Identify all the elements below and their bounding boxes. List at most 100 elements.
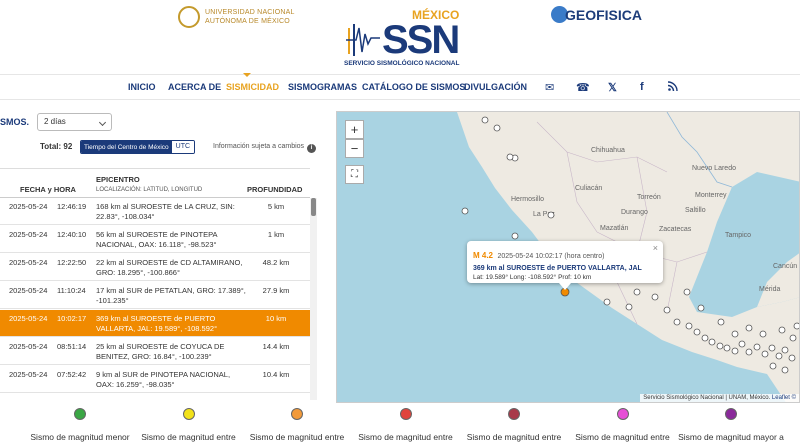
- col-depth[interactable]: PROFUNDIDAD: [247, 185, 302, 194]
- row-epicenter: 9 km al SUR de PINOTEPA NACIONAL, OAX: 1…: [96, 370, 231, 389]
- quake-marker: [603, 298, 611, 306]
- quake-marker: [693, 328, 701, 336]
- quake-marker: [753, 343, 761, 351]
- row-depth: 10.4 km: [262, 370, 290, 379]
- popup-time: 2025-05-24 10:02:17 (hora centro): [497, 253, 605, 260]
- phone-icon[interactable]: ☎: [576, 81, 590, 94]
- legend-dot-icon: [616, 408, 629, 420]
- quake-marker: [781, 366, 789, 374]
- quake-marker: [775, 352, 783, 360]
- row-date: 2025-05-24: [9, 202, 48, 211]
- legend-label: Sismo de magnitud mayor a: [678, 432, 784, 442]
- range-select[interactable]: 2 días: [37, 113, 112, 131]
- legend-label: Sismo de magnitud entre: [249, 432, 345, 442]
- timezone-toggle[interactable]: Tiempo del Centro de México UTC: [80, 140, 196, 154]
- col-epicenter[interactable]: EPICENTRO: [96, 175, 140, 184]
- quake-marker: [731, 330, 739, 338]
- range-label: SMOS.: [0, 117, 30, 127]
- nav-sismogramas[interactable]: SISMOGRAMAS: [288, 82, 357, 92]
- quake-marker: [625, 303, 633, 311]
- table-row[interactable]: 2025-05-24 08:51:14 25 km al SUROESTE de C…: [0, 338, 310, 365]
- total-count: Total: 92: [40, 142, 73, 151]
- col-epicenter-sub: LOCALIZACIÓN: LATITUD, LONGITUD: [96, 187, 203, 193]
- legend-dot-icon: [182, 408, 195, 420]
- facebook-icon[interactable]: f: [640, 81, 644, 93]
- ssn-logo[interactable]: MÉXICO SSN SERVICIO SISMOLÓGICO NACIONAL: [344, 8, 466, 70]
- zoom-out-button[interactable]: −: [345, 139, 364, 158]
- quake-marker: [511, 232, 519, 240]
- popup-magnitude: M 4.2: [473, 251, 494, 260]
- tz-utc-button[interactable]: UTC: [171, 141, 195, 153]
- col-date[interactable]: FECHA y HORA: [20, 185, 76, 194]
- attribution-text: Servicio Sismológico Nacional | UNAM, Mé…: [643, 395, 772, 401]
- row-depth: 27.9 km: [262, 286, 290, 295]
- table-row[interactable]: 2025-05-24 07:52:42 9 km al SUR de PINOTEP…: [0, 366, 310, 393]
- table-scrollbar[interactable]: [310, 198, 317, 400]
- quake-marker: [745, 348, 753, 356]
- table-row[interactable]: 2025-05-24 12:46:19 168 km al SUROESTE de …: [0, 198, 310, 225]
- quake-marker: [789, 334, 797, 342]
- row-time: 08:51:14: [57, 342, 87, 351]
- scrollbar-thumb[interactable]: [311, 198, 316, 216]
- mail-icon[interactable]: ✉: [545, 81, 554, 94]
- row-depth: 14.4 km: [262, 342, 290, 351]
- unam-logo[interactable]: UNIVERSIDAD NACIONAL AUTÓNOMA DE MÉXICO: [178, 6, 295, 28]
- row-date: 2025-05-24: [9, 286, 48, 295]
- nav-sismicidad[interactable]: SISMICIDAD: [226, 82, 279, 92]
- quake-marker: [778, 326, 786, 334]
- legend-dot-icon: [74, 408, 86, 420]
- tz-local-button[interactable]: Tiempo del Centro de México: [81, 141, 172, 153]
- popup-tip: [559, 283, 571, 290]
- fullscreen-icon[interactable]: ⛶: [345, 165, 364, 184]
- table-row[interactable]: 2025-05-24 11:10:24 17 km al SUR de PETATL…: [0, 282, 310, 309]
- row-time: 12:40:10: [57, 230, 87, 239]
- nav-catalogo[interactable]: CATÁLOGO DE SISMOS: [362, 82, 465, 92]
- quake-marker: [759, 330, 767, 338]
- quake-marker: [697, 304, 705, 312]
- nav-divulgacion[interactable]: DIVULGACIÓN: [464, 82, 527, 92]
- row-time: 12:46:19: [57, 202, 87, 211]
- row-epicenter: 25 km al SUROESTE de COYUCA DE BENITEZ, …: [96, 342, 225, 361]
- table-row[interactable]: 2025-05-24 12:22:50 22 km al SUROESTE de C…: [0, 254, 310, 281]
- quake-marker: [793, 322, 799, 330]
- table-row[interactable]: 2025-05-24 10:02:17 369 km al SUROESTE de …: [0, 310, 310, 337]
- quake-marker: [745, 324, 753, 332]
- nav-inicio[interactable]: INICIO: [128, 82, 156, 92]
- row-date: 2025-05-24: [9, 230, 48, 239]
- legend-item: Sismo de magnitud menor: [25, 408, 135, 442]
- quake-marker: [717, 318, 725, 326]
- quake-marker: [461, 207, 469, 215]
- legend-dot-icon: [291, 408, 303, 420]
- main-nav: INICIO ACERCA DE SISMICIDAD SISMOGRAMAS …: [0, 73, 800, 100]
- table-row[interactable]: 2025-05-24 12:40:10 56 km al SUROESTE de P…: [0, 226, 310, 253]
- legend-item: Sismo de magnitud entre: [568, 408, 678, 442]
- geofisica-text: GEOFISICA: [565, 6, 643, 23]
- site-header: UNIVERSIDAD NACIONAL AUTÓNOMA DE MÉXICO …: [0, 0, 800, 74]
- rss-icon[interactable]: [667, 81, 678, 94]
- earthquake-table: FECHA y HORA EPICENTRO LOCALIZACIÓN: LAT…: [0, 168, 318, 400]
- legend-item: Sismo de magnitud entre: [242, 408, 352, 442]
- info-icon[interactable]: i: [307, 144, 317, 153]
- legend-item: Sismo de magnitud entre: [351, 408, 461, 442]
- zoom-in-button[interactable]: +: [345, 120, 364, 139]
- row-epicenter: 168 km al SUROESTE de LA CRUZ, SIN: 22.8…: [96, 202, 235, 221]
- quake-marker: [685, 322, 693, 330]
- row-epicenter: 22 km al SUROESTE de CD ALTAMIRANO, GRO:…: [96, 258, 243, 277]
- quake-marker: [781, 346, 789, 354]
- row-time: 11:10:24: [57, 286, 86, 295]
- map-view[interactable]: Chihuahua Monterrey Nuevo Laredo Torreón…: [336, 111, 800, 403]
- nav-acerca-de[interactable]: ACERCA DE: [168, 82, 221, 92]
- legend-dot-icon: [508, 408, 520, 420]
- leaflet-link[interactable]: Leaflet ©: [772, 395, 796, 401]
- row-date: 2025-05-24: [9, 314, 48, 323]
- x-icon[interactable]: 𝕏: [608, 81, 617, 94]
- row-epicenter: 369 km al SUROESTE de PUERTO VALLARTA, J…: [96, 314, 218, 333]
- quake-marker: [731, 347, 739, 355]
- geofisica-logo[interactable]: GEOFISICA: [551, 6, 642, 23]
- legend-item: Sismo de magnitud entre: [459, 408, 569, 442]
- row-depth: 48.2 km: [262, 258, 290, 267]
- quake-marker: [708, 338, 716, 346]
- row-date: 2025-05-24: [9, 370, 48, 379]
- row-date: 2025-05-24: [9, 342, 48, 351]
- close-icon[interactable]: ×: [653, 243, 658, 253]
